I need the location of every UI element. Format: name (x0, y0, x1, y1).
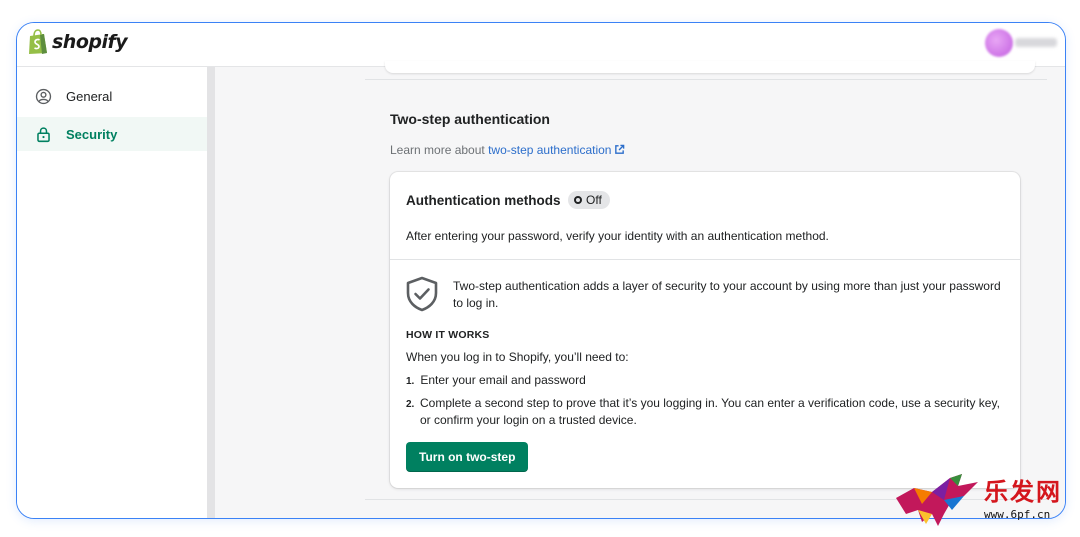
shopify-bag-icon (29, 29, 47, 54)
app-window: shopify General Security Two-step authen… (16, 22, 1066, 519)
list-item: 1. Enter your email and password (406, 372, 1006, 390)
page-title: Two-step authentication (390, 111, 550, 127)
lock-icon (37, 126, 50, 142)
step-text: Complete a second step to prove that it’… (420, 396, 1000, 427)
previous-card (385, 61, 1035, 73)
step-text: Enter your email and password (420, 373, 586, 387)
card-description: After entering your password, verify you… (406, 229, 829, 243)
status-dot-icon (574, 196, 582, 204)
main-content: Two-step authentication Learn more about… (215, 61, 1065, 518)
user-circle-icon (35, 88, 52, 104)
external-link-icon (615, 144, 625, 154)
account-name-blurred[interactable] (1015, 38, 1057, 47)
avatar[interactable] (985, 29, 1013, 57)
sidebar-item-label: General (66, 88, 113, 104)
how-it-works-heading: HOW IT WORKS (406, 329, 490, 341)
list-item: 2. Complete a second step to prove that … (406, 395, 1006, 429)
authentication-methods-card: Authentication methods Off After enterin… (390, 172, 1020, 488)
card-title: Authentication methods (406, 193, 561, 208)
status-label: Off (586, 193, 602, 207)
info-text: Two-step authentication adds a layer of … (453, 279, 1001, 310)
turn-on-two-step-button[interactable]: Turn on two-step (406, 442, 529, 472)
step-number: 2. (406, 399, 415, 410)
card-divider (390, 259, 1020, 260)
status-badge: Off (568, 191, 610, 209)
learn-more-link-label: two-step authentication (488, 143, 612, 157)
sidebar-item-label: Security (66, 126, 118, 142)
two-step-help-link[interactable]: two-step authentication (488, 143, 625, 157)
step-number: 1. (406, 376, 415, 387)
watermark: 乐发网 www.6pf.cn (892, 470, 1077, 532)
shield-check-icon (406, 276, 438, 312)
watermark-url: www.6pf.cn (984, 508, 1051, 521)
learn-more-text: Learn more about two-step authentication (390, 143, 625, 157)
learn-more-prefix: Learn more about (390, 143, 489, 157)
sidebar-item-general[interactable]: General (17, 79, 207, 113)
how-it-works-intro: When you log in to Shopify, you’ll need … (406, 350, 629, 364)
shopify-logo[interactable]: shopify (27, 29, 128, 55)
section-divider (365, 79, 1047, 80)
watermark-text: 乐发网 (984, 477, 1062, 506)
sidebar-item-security[interactable]: Security (17, 117, 207, 151)
sidebar-scrollbar[interactable] (207, 67, 215, 518)
brand-name: shopify (52, 31, 128, 53)
watermark-logo-icon (896, 474, 978, 526)
sidebar: General Security (17, 67, 207, 518)
